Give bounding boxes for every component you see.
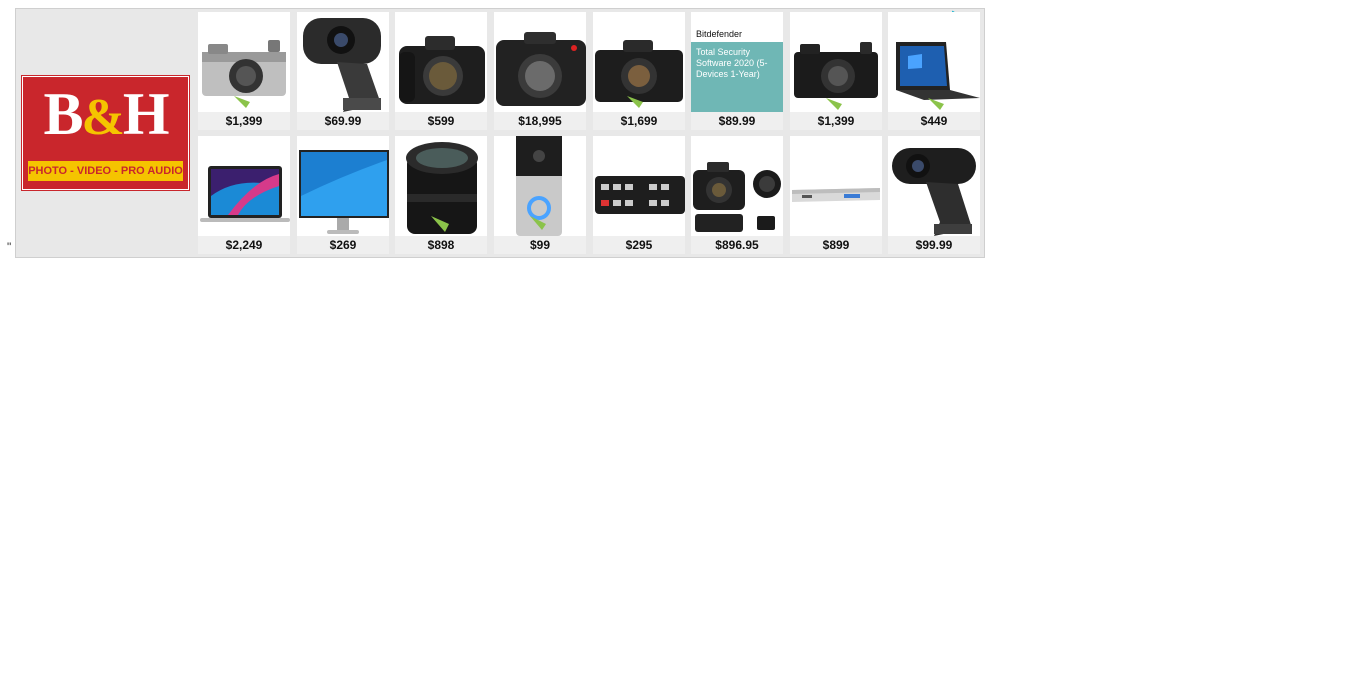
product-price: $1,399 — [198, 112, 290, 130]
product-tile-video-switcher[interactable]: $295 — [593, 136, 685, 254]
product-price: $599 — [395, 112, 487, 130]
product-price: $896.95 — [691, 236, 783, 254]
product-tile-macbook[interactable]: $2,249 — [198, 136, 290, 254]
product-price: $449 — [888, 112, 980, 130]
product-price: $1,399 — [790, 112, 882, 130]
logo-letter-h: H — [122, 81, 170, 147]
product-tile-dslr-body[interactable]: $599 — [395, 12, 487, 130]
product-tile-security-software[interactable]: Bitdefender Total Security Software 2020… — [691, 12, 783, 130]
product-tile-compact-camera-black[interactable]: $1,399 — [790, 12, 882, 130]
product-price: $1,699 — [593, 112, 685, 130]
product-price: $99 — [494, 236, 586, 254]
dslr-kit-image — [691, 136, 783, 236]
webcam-hd-image — [888, 136, 980, 236]
product-tile-webcam-hd[interactable]: $99.99 — [888, 136, 980, 254]
compact-camera-image — [198, 12, 290, 112]
product-price: $269 — [297, 236, 389, 254]
video-doorbell-image — [494, 136, 586, 236]
product-price: $899 — [790, 236, 882, 254]
stray-quote-text: " — [7, 240, 12, 254]
product-price: $295 — [593, 236, 685, 254]
macbook-image — [198, 136, 290, 236]
product-tile-mirrorless-body[interactable]: $1,699 — [593, 12, 685, 130]
product-tile-compact-camera[interactable]: $1,399 — [198, 12, 290, 130]
product-grid: $1,399 $69.99 $599 $18,995 $1,699 Bitdef… — [198, 12, 982, 256]
bh-logo-tagline: PHOTO - VIDEO - PRO AUDIO — [28, 161, 183, 181]
product-tile-monitor[interactable]: $269 — [297, 136, 389, 254]
product-price: $2,249 — [198, 236, 290, 254]
bh-display-ad[interactable]: B&H PHOTO - VIDEO - PRO AUDIO $1,399 $69… — [15, 8, 985, 258]
product-price: $99.99 — [888, 236, 980, 254]
logo-ampersand: & — [81, 89, 125, 146]
product-tile-dslr-kit[interactable]: $896.95 — [691, 136, 783, 254]
security-software-image: Bitdefender Total Security Software 2020… — [691, 12, 783, 112]
product-tile-lens[interactable]: $898 — [395, 136, 487, 254]
product-price: $18,995 — [494, 112, 586, 130]
logo-letter-b: B — [43, 81, 83, 147]
rack-unit-image — [790, 136, 882, 236]
lens-image — [395, 136, 487, 236]
bh-logo-mark: B&H — [23, 81, 188, 151]
product-tile-rack-unit[interactable]: $899 — [790, 136, 882, 254]
product-tile-video-doorbell[interactable]: $99 — [494, 136, 586, 254]
product-tile-webcam[interactable]: $69.99 — [297, 12, 389, 130]
dslr-body-image — [395, 12, 487, 112]
mirrorless-body-image — [593, 12, 685, 112]
product-price: $89.99 — [691, 112, 783, 130]
product-price: $898 — [395, 236, 487, 254]
product-tile-laptop[interactable]: $449 — [888, 12, 980, 130]
compact-camera-black-image — [790, 12, 882, 112]
laptop-image — [888, 12, 980, 112]
software-brand-label: Bitdefender — [691, 26, 783, 42]
product-price: $69.99 — [297, 112, 389, 130]
video-switcher-image — [593, 136, 685, 236]
product-tile-leica-body[interactable]: $18,995 — [494, 12, 586, 130]
webcam-image — [297, 12, 389, 112]
leica-body-image — [494, 12, 586, 112]
bh-logo[interactable]: B&H PHOTO - VIDEO - PRO AUDIO — [21, 75, 190, 191]
software-title: Total Security Software 2020 (5-Devices … — [691, 42, 783, 112]
monitor-image — [297, 136, 389, 236]
